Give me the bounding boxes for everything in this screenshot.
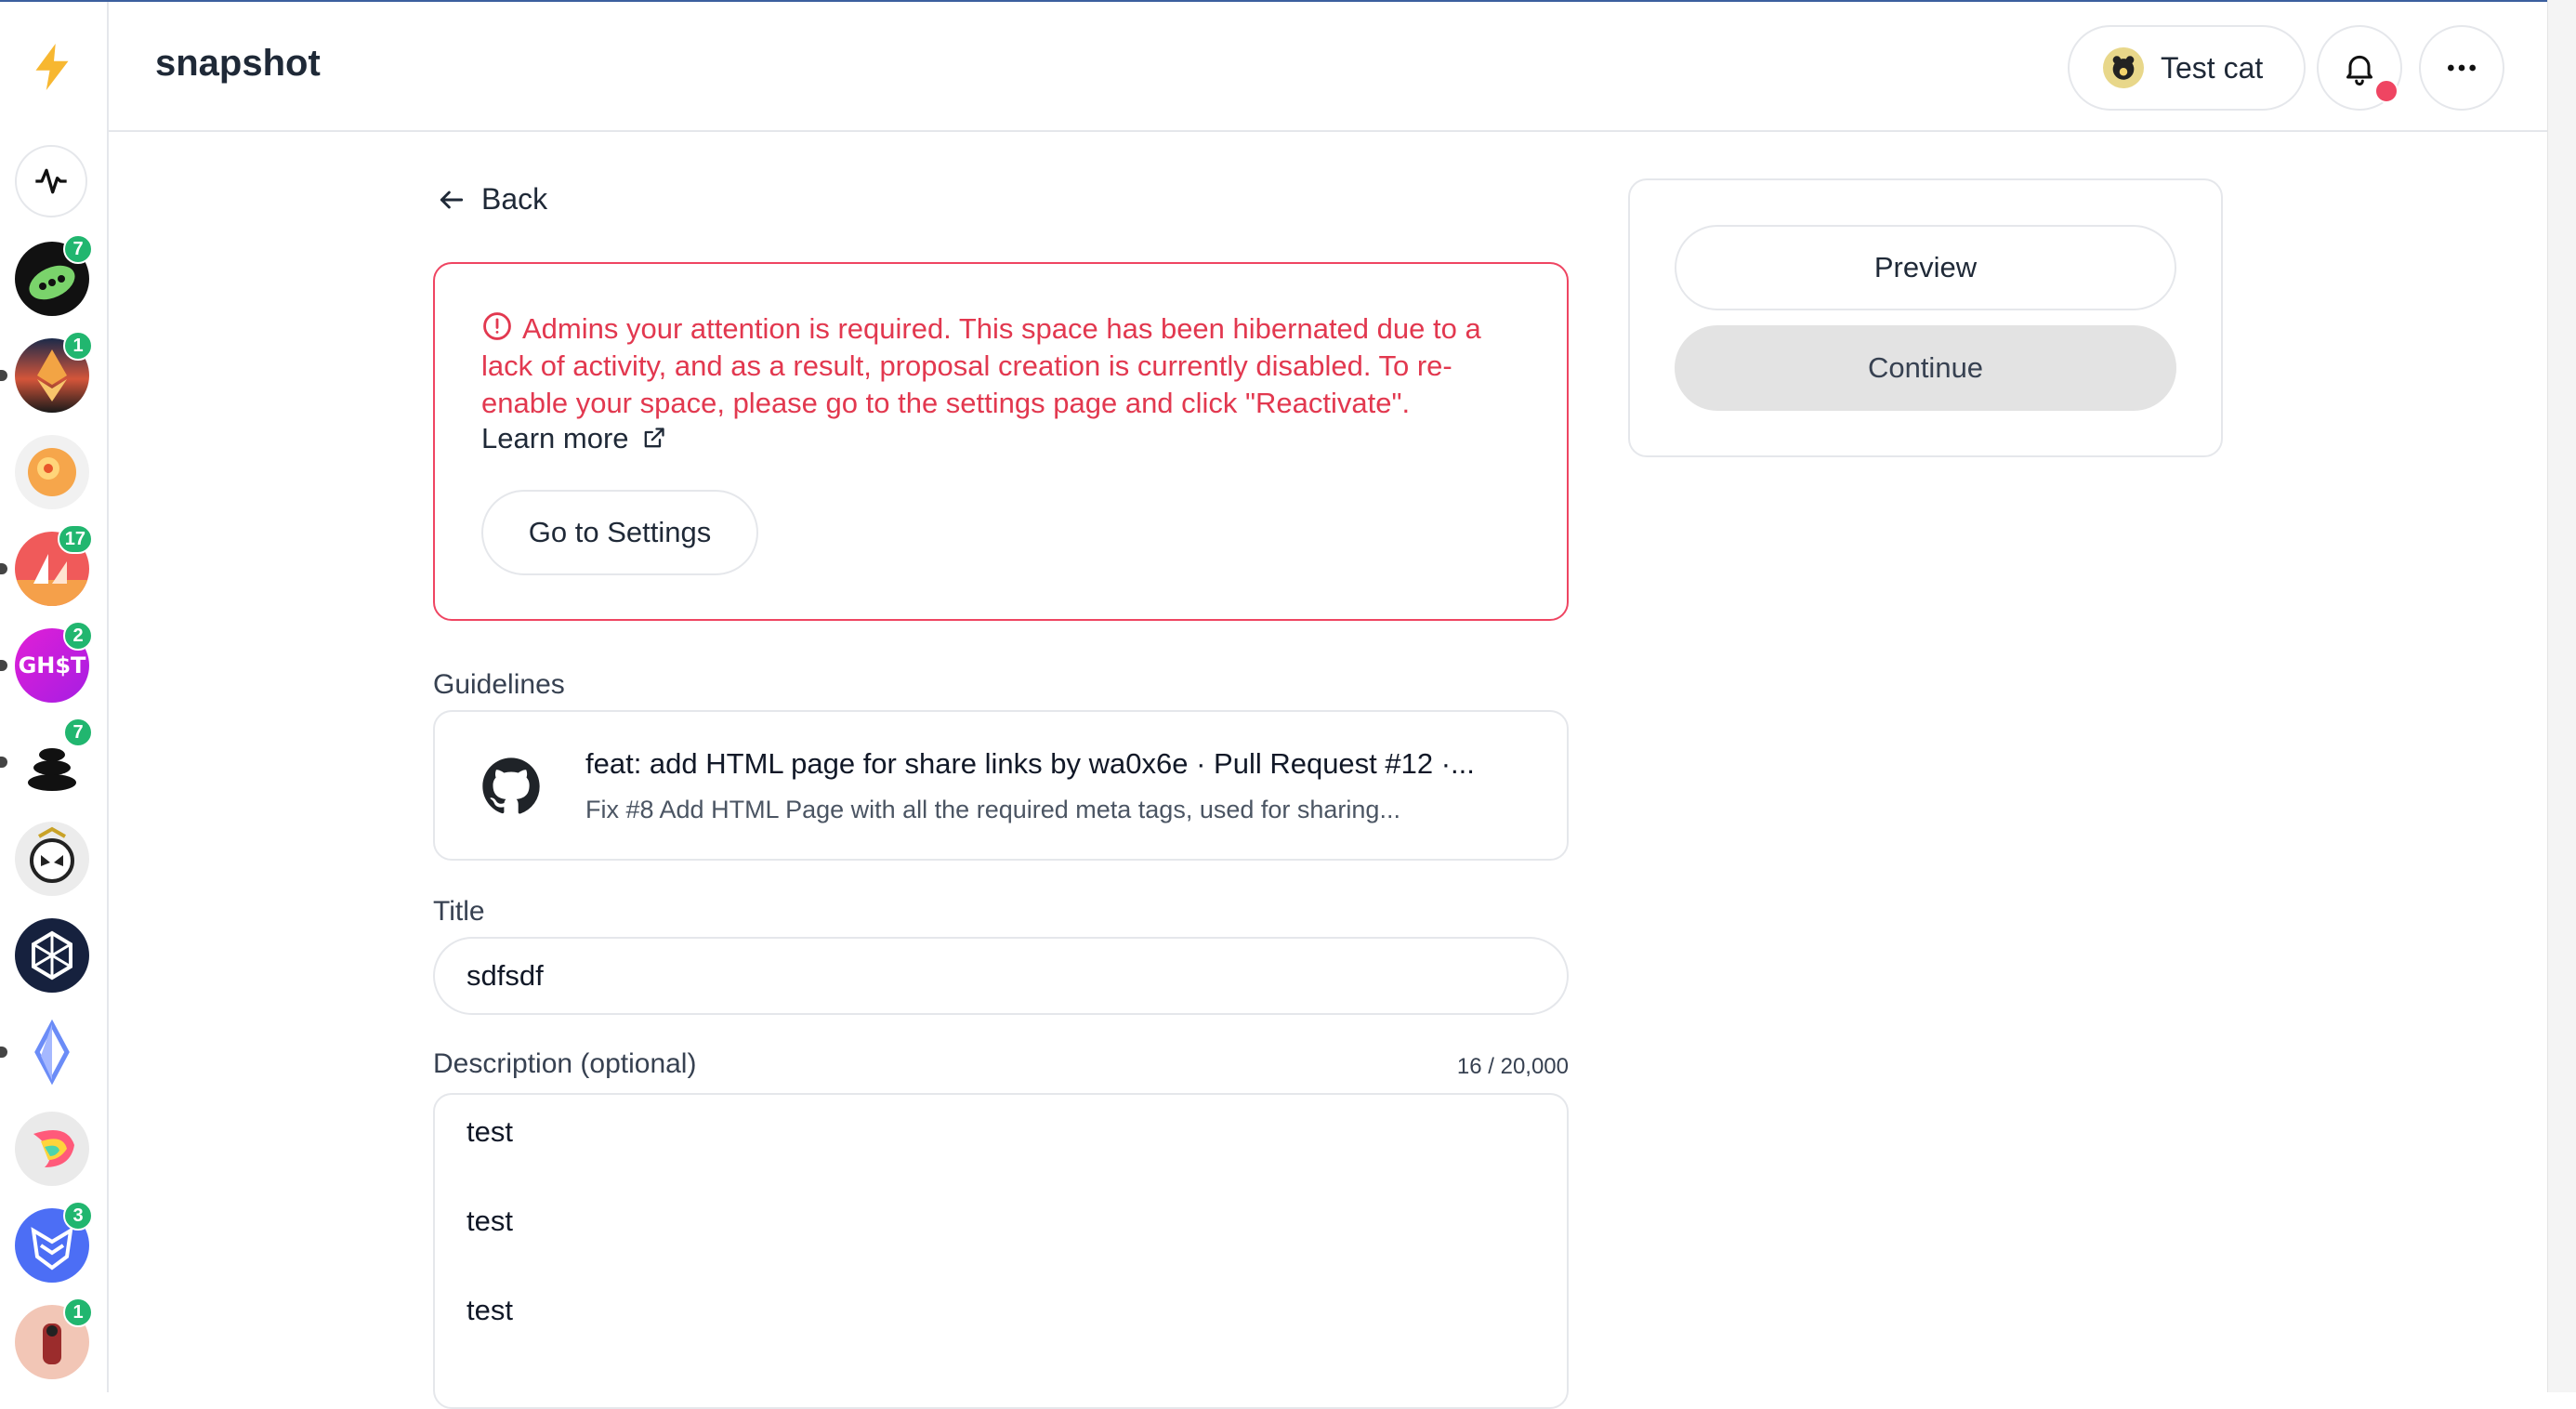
notification-badge: 7 [63, 718, 93, 747]
sidebar: 7 1 17 GH$T 2 7 3 1 [0, 2, 109, 1392]
more-options-button[interactable] [2419, 25, 2504, 111]
notification-dot [2374, 79, 2399, 103]
guidelines-label: Guidelines [433, 669, 565, 700]
back-label: Back [481, 182, 548, 216]
go-to-settings-button[interactable]: Go to Settings [481, 490, 758, 575]
description-label: Description (optional) [433, 1048, 697, 1079]
space-avatar-7[interactable] [15, 822, 89, 896]
description-line: test [467, 1205, 513, 1237]
notification-badge: 2 [63, 621, 93, 651]
user-name: Test cat [2161, 50, 2264, 85]
description-textarea[interactable]: test test test [433, 1093, 1569, 1409]
active-indicator [0, 370, 7, 381]
description-line: test [467, 1294, 513, 1326]
bell-icon [2346, 55, 2372, 86]
activity-icon[interactable] [15, 145, 87, 217]
more-horizontal-icon [2448, 64, 2476, 72]
preview-button[interactable]: Preview [1675, 225, 2176, 310]
space-avatar-12[interactable]: 1 [15, 1297, 93, 1379]
description-line: test [467, 1115, 513, 1148]
title-label: Title [433, 896, 485, 927]
notification-badge: 17 [57, 524, 93, 554]
space-logo [15, 1112, 89, 1186]
space-logo [15, 435, 89, 509]
scrollbar[interactable] [2547, 0, 2576, 1392]
notification-badge: 7 [63, 234, 93, 264]
notification-badge: 3 [63, 1201, 93, 1231]
alert-circle-icon [483, 312, 511, 340]
hibernation-alert: Admins your attention is required. This … [433, 262, 1569, 621]
space-avatar-11[interactable]: 3 [15, 1201, 93, 1283]
space-logo [15, 1015, 89, 1089]
notification-badge: 1 [63, 331, 93, 361]
space-avatar-8[interactable] [15, 918, 89, 993]
space-avatar-4[interactable]: 17 [0, 524, 93, 606]
top-header: snapshot Test cat [109, 2, 2548, 132]
guidelines-link-card[interactable]: feat: add HTML page for share links by w… [433, 710, 1569, 861]
arrow-left-icon [440, 191, 464, 208]
user-account-button[interactable]: Test cat [2068, 25, 2306, 111]
external-link-icon [644, 428, 664, 448]
space-avatar-3[interactable] [15, 435, 89, 509]
guideline-title: feat: add HTML page for share links by w… [585, 747, 1475, 780]
space-avatar-9[interactable] [0, 1015, 89, 1089]
alert-message: Admins your attention is required. This … [481, 312, 1481, 419]
active-indicator [0, 660, 7, 671]
space-avatar-1[interactable]: 7 [15, 234, 93, 316]
space-avatar-10[interactable] [15, 1112, 89, 1186]
learn-more-label: Learn more [481, 422, 629, 454]
title-input[interactable] [433, 937, 1569, 1015]
github-icon [482, 757, 540, 814]
character-counter: 16 / 20,000 [1456, 1054, 1569, 1079]
learn-more-link[interactable]: Learn more [481, 422, 666, 455]
actions-panel: Preview Continue [1628, 178, 2223, 457]
continue-button[interactable]: Continue [1675, 325, 2176, 411]
alert-message-block: Admins your attention is required. This … [481, 310, 1522, 422]
space-logo [15, 918, 89, 993]
user-avatar [2103, 47, 2144, 88]
active-indicator [0, 1047, 7, 1058]
space-avatar-2[interactable]: 1 [0, 331, 93, 413]
active-indicator [0, 563, 7, 574]
guideline-description: Fix #8 Add HTML Page with all the requir… [585, 796, 1400, 823]
active-indicator [0, 757, 7, 768]
app-title: snapshot [155, 43, 321, 84]
notification-badge: 1 [63, 1297, 93, 1327]
space-avatar-5[interactable]: GH$T 2 [0, 621, 93, 703]
snapshot-bolt-icon[interactable] [24, 39, 80, 95]
space-avatar-6[interactable]: 7 [0, 718, 93, 799]
space-logo [15, 822, 89, 896]
back-link[interactable]: Back [437, 182, 547, 217]
notifications-button[interactable] [2317, 25, 2402, 111]
